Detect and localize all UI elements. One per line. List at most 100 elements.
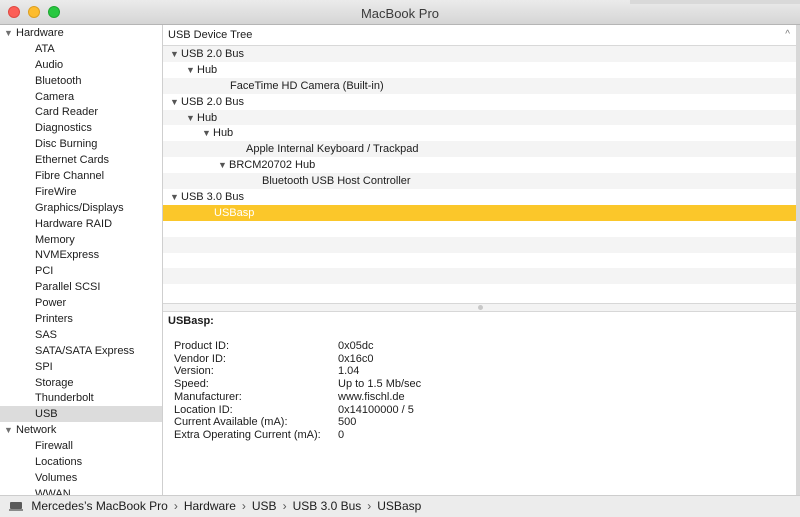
disclosure-triangle-icon[interactable]: ▼ <box>170 46 181 62</box>
tree-row-label: USB 2.0 Bus <box>181 48 244 60</box>
sidebar-item-thunderbolt[interactable]: Thunderbolt <box>0 390 162 406</box>
tree-row-label: BRCM20702 Hub <box>229 159 316 172</box>
tree-row[interactable]: ▼ BRCM20702 Hub <box>163 157 800 173</box>
laptop-icon <box>9 502 23 511</box>
sidebar-item-audio[interactable]: Audio <box>0 57 162 73</box>
sidebar-item-fibre-channel[interactable]: Fibre Channel <box>0 168 162 184</box>
property-key: Extra Operating Current (mA): <box>174 428 321 441</box>
breadcrumb-item[interactable]: Hardware <box>184 499 236 513</box>
sidebar-item-usb[interactable]: USB <box>0 406 162 423</box>
tree-row-label: FaceTime HD Camera (Built-in) <box>230 79 384 92</box>
tree-row-label: USB 3.0 Bus <box>181 191 244 204</box>
sidebar-item-graphics-displays[interactable]: Graphics/Displays <box>0 200 162 216</box>
tree-header[interactable]: USB Device Tree ^ <box>163 25 800 46</box>
disclosure-triangle-icon[interactable]: ▼ <box>170 189 181 205</box>
chevron-right-icon: › <box>173 499 178 513</box>
breadcrumb-item[interactable]: USB 3.0 Bus <box>293 499 362 513</box>
tree-header-label: USB Device Tree <box>168 29 253 41</box>
disclosure-triangle-icon[interactable]: ▼ <box>186 62 197 78</box>
tree-row[interactable]: ▼ USB 2.0 Bus <box>163 46 800 62</box>
tree-rows: ▼ USB 2.0 Bus ▼ Hub FaceTime HD Camera (Buil… <box>163 46 800 300</box>
splitter-handle-icon[interactable] <box>478 305 483 310</box>
sidebar-group-network[interactable]: ▼ Network <box>0 422 162 438</box>
sort-caret-icon[interactable]: ^ <box>785 25 790 45</box>
disclosure-triangle-icon[interactable]: ▼ <box>218 157 229 173</box>
property-value: 1.04 <box>338 365 360 378</box>
sidebar-item-ata[interactable]: ATA <box>0 41 162 57</box>
property-key: Version: <box>174 365 214 378</box>
tree-row[interactable]: Apple Internal Keyboard / Trackpad <box>163 141 800 158</box>
sidebar-item-disc-burning[interactable]: Disc Burning <box>0 136 162 152</box>
sidebar-item-pci[interactable]: PCI <box>0 263 162 279</box>
sidebar-item-memory[interactable]: Memory <box>0 232 162 248</box>
property-value: 0x14100000 / 5 <box>338 403 414 416</box>
property-value: www.fischl.de <box>338 390 405 403</box>
property-key: Location ID: <box>174 403 233 416</box>
pane-splitter[interactable] <box>163 303 800 312</box>
property-value: 0x16c0 <box>338 352 374 365</box>
sidebar-item-card-reader[interactable]: Card Reader <box>0 104 162 120</box>
sidebar-item-ethernet-cards[interactable]: Ethernet Cards <box>0 152 162 168</box>
tree-row[interactable]: ▼ Hub <box>163 125 800 141</box>
sidebar-item-sata-sata-express[interactable]: SATA/SATA Express <box>0 343 162 359</box>
sidebar-item-sas[interactable]: SAS <box>0 327 162 343</box>
sidebar-item-parallel-scsi[interactable]: Parallel SCSI <box>0 279 162 295</box>
background-strip <box>630 0 800 4</box>
breadcrumb-item[interactable]: USB <box>252 499 277 513</box>
breadcrumb-item[interactable]: Mercedes’s MacBook Pro <box>31 499 168 513</box>
breadcrumb-item[interactable]: USBasp <box>377 499 421 513</box>
sidebar-item-wwan[interactable]: WWAN <box>0 486 162 495</box>
sidebar-group-hardware[interactable]: ▼ Hardware <box>0 25 162 41</box>
sidebar-group-label: Network <box>16 424 57 437</box>
sidebar-item-volumes[interactable]: Volumes <box>0 470 162 486</box>
sidebar-item-diagnostics[interactable]: Diagnostics <box>0 120 162 136</box>
disclosure-triangle-icon[interactable]: ▼ <box>4 422 16 438</box>
property-key: Current Available (mA): <box>174 416 288 429</box>
property-value: 0x05dc <box>338 340 374 352</box>
sidebar-item-locations[interactable]: Locations <box>0 454 162 470</box>
sidebar-item-printers[interactable]: Printers <box>0 311 162 327</box>
tree-row[interactable]: ▼ Hub <box>163 62 800 78</box>
tree-row[interactable]: ▼ USB 3.0 Bus <box>163 189 800 205</box>
disclosure-triangle-icon[interactable]: ▼ <box>202 125 213 141</box>
empty-row <box>163 236 800 253</box>
sidebar-item-bluetooth[interactable]: Bluetooth <box>0 73 162 89</box>
tree-row[interactable]: Bluetooth USB Host Controller <box>163 173 800 190</box>
tree-row[interactable]: ▼ USB 2.0 Bus <box>163 94 800 110</box>
tree-row-label: Bluetooth USB Host Controller <box>262 175 411 188</box>
disclosure-triangle-icon[interactable]: ▼ <box>186 110 197 126</box>
sidebar-item-power[interactable]: Power <box>0 295 162 311</box>
window-title: MacBook Pro <box>360 6 440 21</box>
sidebar-item-hardware-raid[interactable]: Hardware RAID <box>0 216 162 232</box>
sidebar-item-camera[interactable]: Camera <box>0 89 162 105</box>
sidebar-item-firewire[interactable]: FireWire <box>0 184 162 200</box>
tree-row[interactable]: FaceTime HD Camera (Built-in) <box>163 77 800 94</box>
empty-row <box>163 253 800 269</box>
tree-row-label: Hub <box>213 127 234 140</box>
title-bar: MacBook Pro <box>0 0 800 25</box>
property-key: Manufacturer: <box>174 390 242 403</box>
usb-device-tree: USB Device Tree ^ ▼ USB 2.0 Bus ▼ Hub FaceTi… <box>163 25 800 307</box>
property-value: 0 <box>338 428 345 441</box>
chevron-right-icon: › <box>241 499 246 513</box>
chevron-right-icon: › <box>282 499 287 513</box>
tree-row-label: Hub <box>197 111 218 124</box>
disclosure-triangle-icon[interactable]: ▼ <box>170 94 181 110</box>
empty-row <box>163 221 800 237</box>
sidebar-item-nvmexpress[interactable]: NVMExpress <box>0 247 162 263</box>
tree-row-label: Hub <box>197 63 218 76</box>
empty-row <box>163 284 800 300</box>
sidebar-item-spi[interactable]: SPI <box>0 359 162 375</box>
sidebar: ▼ Hardware ATA Audio Bluetooth Camera Card Rea… <box>0 25 163 495</box>
tree-row[interactable]: USBasp <box>163 204 800 221</box>
property-value: Up to 1.5 Mb/sec <box>338 378 422 391</box>
sidebar-item-firewall[interactable]: Firewall <box>0 438 162 454</box>
tree-row-label: USBasp <box>214 206 255 219</box>
property-key: Vendor ID: <box>174 352 226 365</box>
sidebar-item-storage[interactable]: Storage <box>0 375 162 391</box>
tree-row[interactable]: ▼ Hub <box>163 109 800 126</box>
property-key: Product ID: <box>174 340 230 352</box>
chevron-right-icon: › <box>367 499 372 513</box>
property-key: Speed: <box>174 378 209 391</box>
disclosure-triangle-icon[interactable]: ▼ <box>4 25 16 41</box>
